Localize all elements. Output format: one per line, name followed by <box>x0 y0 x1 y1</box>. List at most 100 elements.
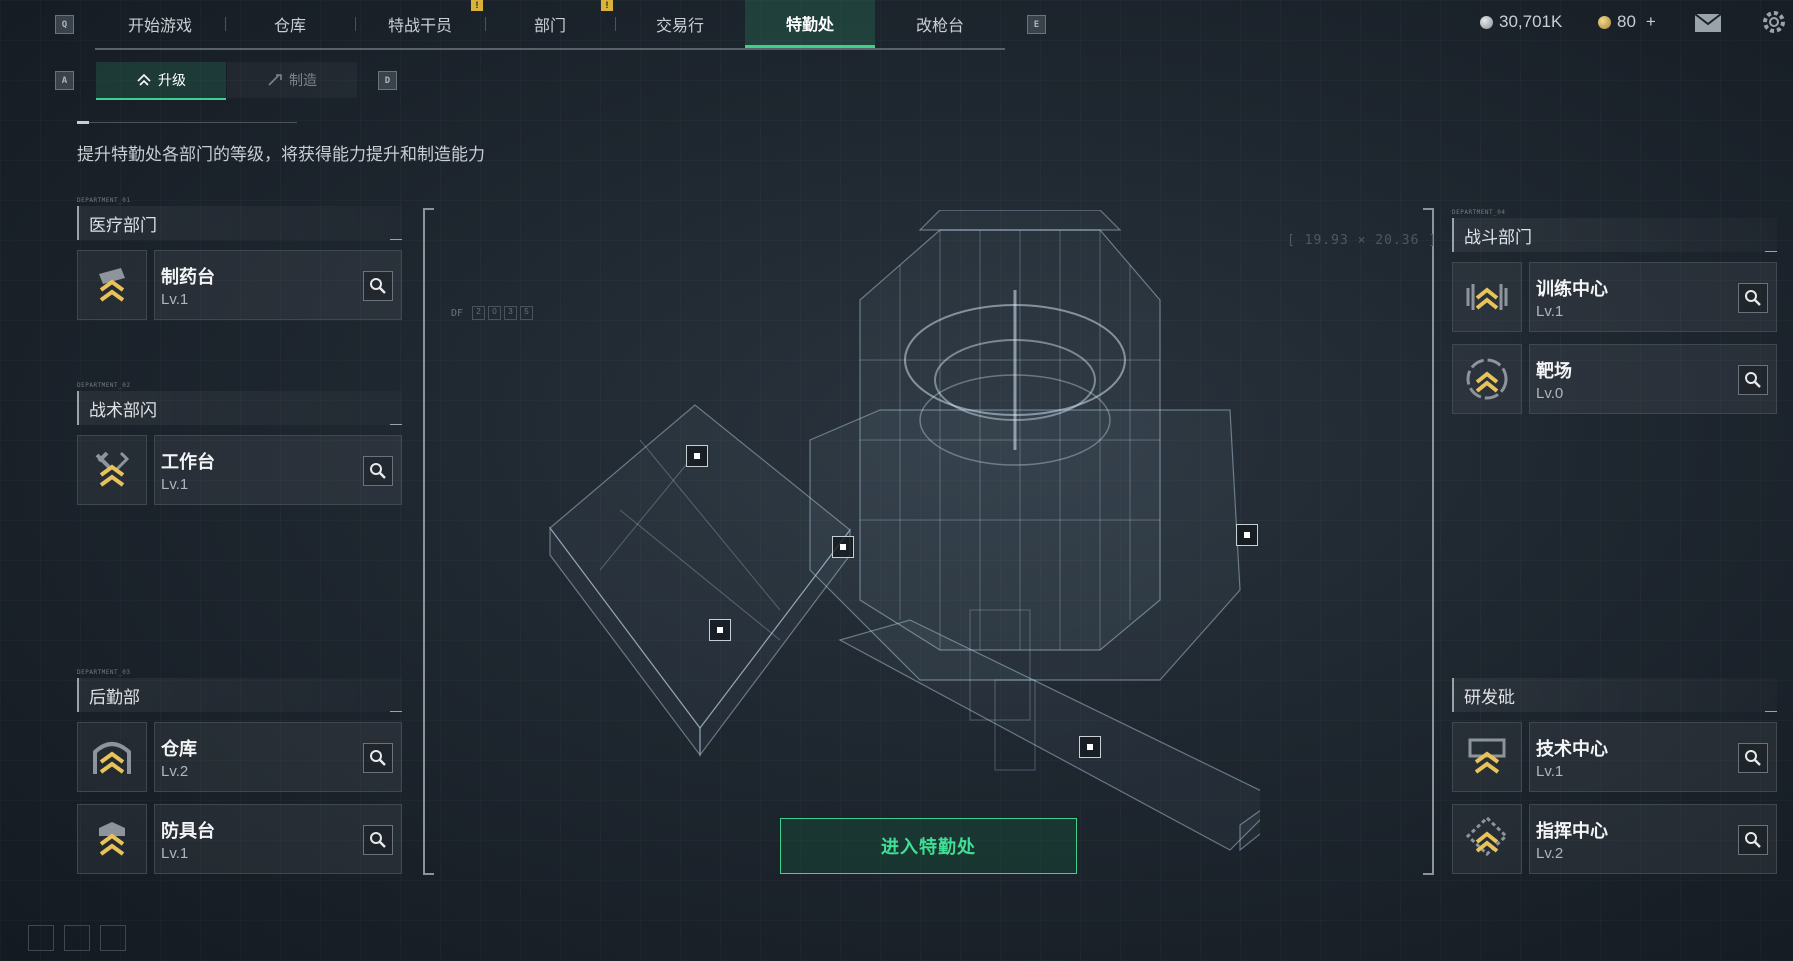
subtab-upgrade-label: 升级 <box>158 72 186 88</box>
search-icon[interactable] <box>363 456 393 486</box>
df-code: 2 0 3 5 <box>472 306 533 320</box>
facility-card-command-center[interactable]: 指挥中心 Lv.2 <box>1452 804 1777 874</box>
workbench-upgrade-icon <box>95 451 130 487</box>
tab-alert-badge: ! <box>601 0 613 11</box>
facility-info: 仓库 Lv.2 <box>154 722 402 792</box>
facility-level: Lv.2 <box>1536 845 1564 862</box>
facility-hotspot[interactable] <box>709 619 731 641</box>
tab-special-ops[interactable]: 特勤处 <box>745 0 875 48</box>
tab-trading[interactable]: 交易行 <box>615 0 745 48</box>
search-icon[interactable] <box>1738 743 1768 773</box>
bottom-decor <box>28 925 126 951</box>
bracket-tick <box>423 208 434 210</box>
craft-icon <box>268 74 282 86</box>
search-icon[interactable] <box>363 271 393 301</box>
settings-gear-icon[interactable] <box>1760 8 1788 41</box>
silver-coin-icon <box>1480 15 1493 29</box>
nav-left-key[interactable]: Q <box>55 15 74 34</box>
dept-header-research: 研发砒 <box>1452 678 1777 712</box>
subtab-craft[interactable]: 制造 <box>227 62 357 98</box>
df-cell: 2 <box>472 306 485 320</box>
dept-header-tactical: 战术部闪 <box>77 391 402 425</box>
df-label: DF <box>451 308 464 319</box>
facility-icon <box>1452 722 1522 792</box>
tab-department[interactable]: 部门 <box>485 0 615 48</box>
right-bracket <box>1432 208 1434 875</box>
facility-info: 训练中心 Lv.1 <box>1529 262 1777 332</box>
gold-coin-icon <box>1598 15 1611 29</box>
bracket-tick <box>423 873 434 875</box>
tab-start-game[interactable]: 开始游戏 <box>95 0 225 48</box>
facility-card-pharmacy[interactable]: 制药台 Lv.1 <box>77 250 402 320</box>
search-icon[interactable] <box>363 825 393 855</box>
facility-name: 靶场 <box>1536 361 1572 381</box>
facility-info: 指挥中心 Lv.2 <box>1529 804 1777 874</box>
bracket-tick <box>1423 873 1434 875</box>
facility-card-training-center[interactable]: 训练中心 Lv.1 <box>1452 262 1777 332</box>
page-description: 提升特勤处各部门的等级，将获得能力提升和制造能力 <box>77 145 485 164</box>
tab-warehouse[interactable]: 仓库 <box>225 0 355 48</box>
enter-special-ops-button[interactable]: 进入特勤处 <box>780 818 1077 874</box>
dept-header-logistics: 后勤部 <box>77 678 402 712</box>
facility-info: 技术中心 Lv.1 <box>1529 722 1777 792</box>
facility-icon <box>1452 262 1522 332</box>
facility-hotspot[interactable] <box>1079 736 1101 758</box>
facility-hotspot[interactable] <box>686 445 708 467</box>
facility-icon <box>77 250 147 320</box>
facility-icon <box>1452 344 1522 414</box>
facility-card-warehouse[interactable]: 仓库 Lv.2 <box>77 722 402 792</box>
armor-bench-upgrade-icon <box>99 822 125 856</box>
facility-3d-model <box>549 210 1260 852</box>
mail-icon[interactable] <box>1694 13 1722 38</box>
tab-operators[interactable]: 特战干员 <box>355 0 485 48</box>
tech-center-upgrade-icon <box>1468 738 1506 774</box>
decor-square <box>64 925 90 951</box>
search-icon[interactable] <box>1738 283 1768 313</box>
silver-currency: 30,701K <box>1480 12 1562 32</box>
divider-tick <box>77 121 89 124</box>
subtab-right-key[interactable]: D <box>378 71 397 90</box>
facility-info: 制药台 Lv.1 <box>154 250 402 320</box>
facility-card-workbench[interactable]: 工作台 Lv.1 <box>77 435 402 505</box>
facility-level: Lv.1 <box>161 845 189 862</box>
nav-right-key[interactable]: E <box>1027 15 1046 34</box>
facility-info: 工作台 Lv.1 <box>154 435 402 505</box>
dept-tag: DEPARTMENT_03 <box>77 669 131 676</box>
facility-level: Lv.2 <box>161 763 189 780</box>
dept-tag: DEPARTMENT_01 <box>77 197 131 204</box>
facility-card-tech-center[interactable]: 技术中心 Lv.1 <box>1452 722 1777 792</box>
facility-hotspot[interactable] <box>832 536 854 558</box>
decor-square <box>100 925 126 951</box>
facility-icon <box>77 804 147 874</box>
search-icon[interactable] <box>1738 365 1768 395</box>
facility-icon <box>1452 804 1522 874</box>
training-center-upgrade-icon <box>1466 284 1508 310</box>
facility-card-armor-bench[interactable]: 防具台 Lv.1 <box>77 804 402 874</box>
warehouse-upgrade-icon <box>93 742 131 774</box>
dept-header-combat: 战斗部门 <box>1452 218 1777 252</box>
facility-name: 工作台 <box>161 452 215 472</box>
top-nav: 开始游戏 仓库 特战干员 ! 部门 ! 交易行 特勤处 改枪台 <box>95 0 1005 50</box>
search-icon[interactable] <box>1738 825 1768 855</box>
facility-hotspot[interactable] <box>1236 524 1258 546</box>
decor-square <box>28 925 54 951</box>
subtab-left-key[interactable]: A <box>55 71 74 90</box>
divider <box>77 122 297 123</box>
tab-gunsmith[interactable]: 改枪台 <box>875 0 1005 48</box>
shooting-range-upgrade-icon <box>1466 358 1508 400</box>
search-icon[interactable] <box>363 743 393 773</box>
subtab-upgrade[interactable]: 升级 <box>96 62 226 100</box>
facility-name: 指挥中心 <box>1536 821 1608 841</box>
add-gold-button[interactable]: + <box>1646 12 1656 32</box>
df-cell: 0 <box>488 306 501 320</box>
df-cell: 3 <box>504 306 517 320</box>
facility-name: 训练中心 <box>1536 279 1608 299</box>
facility-info: 靶场 Lv.0 <box>1529 344 1777 414</box>
upgrade-icon <box>137 73 151 86</box>
facility-info: 防具台 Lv.1 <box>154 804 402 874</box>
subtab-craft-label: 制造 <box>289 72 317 88</box>
gold-currency[interactable]: 80 + <box>1598 12 1656 32</box>
facility-card-shooting-range[interactable]: 靶场 Lv.0 <box>1452 344 1777 414</box>
facility-icon <box>77 722 147 792</box>
dept-tag: DEPARTMENT_04 <box>1452 209 1506 216</box>
